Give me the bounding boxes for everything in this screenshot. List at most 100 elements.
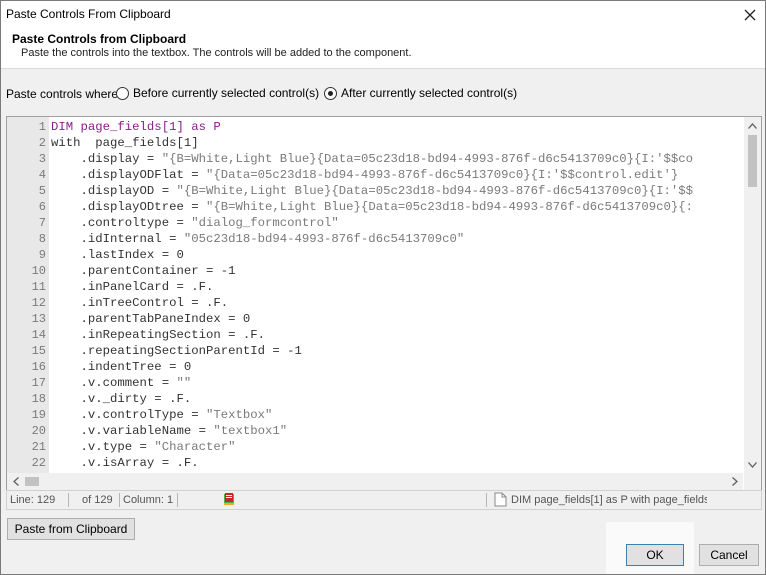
code-text: .parentContainer = -1 [51, 264, 236, 278]
line-number: 7 [38, 216, 46, 230]
line-number: 3 [38, 152, 46, 166]
line-number: 16 [31, 360, 46, 374]
code-text: .inPanelCard = .F. [51, 280, 214, 294]
code-line[interactable]: 21 .v.type = "Character" [7, 439, 743, 455]
title-bar: Paste Controls From Clipboard [1, 1, 765, 28]
code-text: .controltype = "dialog_formcontrol" [51, 216, 339, 230]
code-line[interactable]: 9 .lastIndex = 0 [7, 247, 743, 263]
header-subtitle: Paste the controls into the textbox. The… [21, 47, 412, 59]
code-line[interactable]: 20 .v.variableName = "textbox1" [7, 423, 743, 439]
line-number: 4 [38, 168, 46, 182]
line-number: 8 [38, 232, 46, 246]
code-line[interactable]: 17 .v.comment = "" [7, 375, 743, 391]
status-divider [177, 493, 178, 507]
status-bar: Line: 129 of 129 Column: 1 DIM page_fiel… [6, 490, 762, 510]
scroll-down-arrow[interactable] [744, 456, 761, 473]
scroll-up-arrow[interactable] [744, 117, 761, 134]
line-number: 17 [31, 376, 46, 390]
code-text: with page_fields[1] [51, 136, 199, 150]
code-text: .indentTree = 0 [51, 360, 192, 374]
scroll-right-arrow[interactable] [726, 473, 743, 490]
line-number: 19 [31, 408, 46, 422]
code-line[interactable]: 2 with page_fields[1] [7, 135, 743, 151]
status-divider [486, 493, 487, 507]
cancel-button[interactable]: Cancel [699, 544, 759, 566]
code-line[interactable]: 14 .inRepeatingSection = .F. [7, 327, 743, 343]
horizontal-scroll-thumb[interactable] [25, 477, 39, 486]
status-line: Line: 129 [10, 494, 56, 506]
status-column: Column: 1 [123, 494, 174, 506]
code-text: .displayODtree = "{B=White,Light Blue}{D… [51, 200, 694, 214]
line-number: 6 [38, 200, 46, 214]
status-divider [119, 493, 120, 507]
code-text: .display = "{B=White,Light Blue}{Data=05… [51, 152, 694, 166]
status-line-count: of 129 [82, 494, 113, 506]
ok-button[interactable]: OK [626, 544, 684, 566]
code-text: .repeatingSectionParentId = -1 [51, 344, 302, 358]
scroll-left-arrow[interactable] [7, 473, 24, 490]
vertical-scroll-thumb[interactable] [748, 135, 757, 187]
radio-circle [116, 86, 129, 100]
paste-where-label: Paste controls where: [6, 87, 122, 101]
code-text: .lastIndex = 0 [51, 248, 184, 262]
radio-after-label: After currently selected control(s) [341, 86, 518, 100]
code-line[interactable]: 6 .displayODtree = "{B=White,Light Blue}… [7, 199, 743, 215]
code-line[interactable]: 15 .repeatingSectionParentId = -1 [7, 343, 743, 359]
line-number: 5 [38, 184, 46, 198]
vertical-scrollbar[interactable] [744, 117, 761, 473]
code-text: .displayOD = "{B=White,Light Blue}{Data=… [51, 184, 694, 198]
code-line[interactable]: 10 .parentContainer = -1 [7, 263, 743, 279]
code-line[interactable]: 16 .indentTree = 0 [7, 359, 743, 375]
status-divider [68, 493, 69, 507]
chevron-left-icon [12, 477, 19, 486]
line-number: 2 [38, 136, 46, 150]
line-number: 1 [38, 120, 46, 134]
chevron-down-icon [748, 461, 757, 468]
code-line[interactable]: 5 .displayOD = "{B=White,Light Blue}{Dat… [7, 183, 743, 199]
radio-after-selected[interactable]: After currently selected control(s) [324, 86, 517, 100]
code-text: .v.type = "Character" [51, 440, 236, 454]
code-editor[interactable]: 1 DIM page_fields[1] as P 2 with page_field… [6, 116, 762, 491]
code-line[interactable]: 7 .controltype = "dialog_formcontrol" [7, 215, 743, 231]
code-line[interactable]: 3 .display = "{B=White,Light Blue}{Data=… [7, 151, 743, 167]
code-line[interactable]: 13 .parentTabPaneIndex = 0 [7, 311, 743, 327]
chevron-up-icon [748, 122, 757, 129]
code-text: .v._dirty = .F. [51, 392, 192, 406]
code-text: .inRepeatingSection = .F. [51, 328, 266, 342]
code-text: .v.controlType = "Textbox" [51, 408, 273, 422]
chevron-right-icon [731, 477, 738, 486]
status-code-preview: DIM page_fields[1] as P with page_fields [511, 494, 707, 506]
line-number: 13 [31, 312, 46, 326]
code-text: .inTreeControl = .F. [51, 296, 229, 310]
code-text: .parentTabPaneIndex = 0 [51, 312, 251, 326]
code-text: .displayODFlat = "{Data=05c23d18-bd94-49… [51, 168, 679, 182]
code-area[interactable]: 1 DIM page_fields[1] as P 2 with page_field… [7, 119, 743, 473]
code-line[interactable]: 4 .displayODFlat = "{Data=05c23d18-bd94-… [7, 167, 743, 183]
paste-from-clipboard-button[interactable]: Paste from Clipboard [7, 518, 135, 540]
radio-before-selected[interactable]: Before currently selected control(s) [116, 86, 319, 100]
code-line[interactable]: 19 .v.controlType = "Textbox" [7, 407, 743, 423]
code-line[interactable]: 8 .idInternal = "05c23d18-bd94-4993-876f… [7, 231, 743, 247]
code-text: .v.variableName = "textbox1" [51, 424, 288, 438]
line-number: 20 [31, 424, 46, 438]
code-line[interactable]: 11 .inPanelCard = .F. [7, 279, 743, 295]
paste-controls-dialog: Paste Controls From Clipboard Paste Cont… [0, 0, 766, 575]
line-number: 12 [31, 296, 46, 310]
code-line[interactable]: 1 DIM page_fields[1] as P [7, 119, 743, 135]
horizontal-scrollbar[interactable] [7, 473, 743, 490]
code-line[interactable]: 18 .v._dirty = .F. [7, 391, 743, 407]
line-number: 14 [31, 328, 46, 342]
line-number: 9 [38, 248, 46, 262]
close-button[interactable] [735, 1, 765, 28]
header-panel: Paste Controls from Clipboard Paste the … [1, 28, 765, 69]
line-number: 10 [31, 264, 46, 278]
line-number: 15 [31, 344, 46, 358]
code-line[interactable]: 22 .v.isArray = .F. [7, 455, 743, 471]
book-icon[interactable] [222, 492, 236, 506]
scrollbar-corner [744, 473, 761, 490]
document-icon [494, 492, 507, 507]
code-text: .v.comment = "" [51, 376, 192, 390]
code-line[interactable]: 12 .inTreeControl = .F. [7, 295, 743, 311]
line-number: 22 [31, 456, 46, 470]
line-number: 11 [31, 280, 46, 294]
